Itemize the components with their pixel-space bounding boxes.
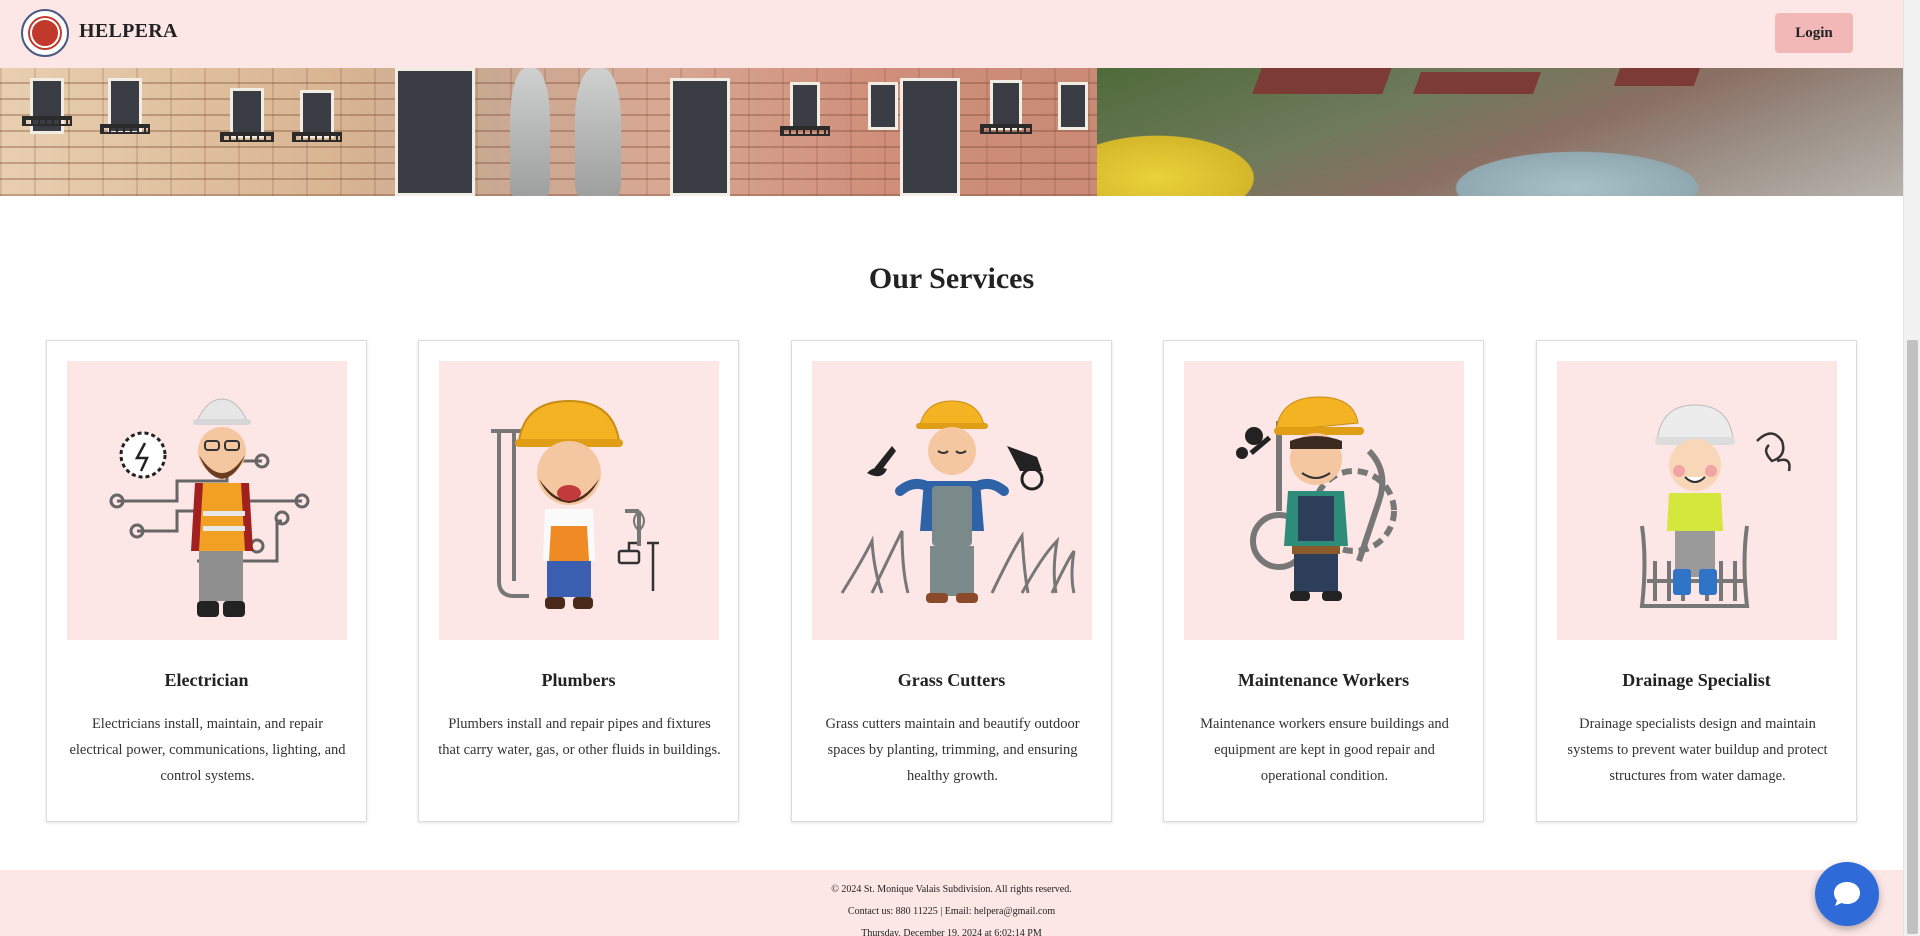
card-title: Electrician <box>164 670 249 690</box>
balcony-railing <box>980 124 1032 134</box>
chat-bubble-icon <box>1834 882 1860 906</box>
subdivision-aerial-photo <box>1097 68 1903 196</box>
building-window <box>868 82 898 130</box>
card-title: Maintenance Workers <box>1237 670 1410 690</box>
service-card-grass-cutters[interactable]: Grass Cutters Grass cutters maintain and… <box>791 340 1112 822</box>
chat-button[interactable] <box>1815 862 1879 926</box>
building-window <box>300 90 334 138</box>
footer-copyright: © 2024 St. Monique Valais Subdivision. A… <box>831 884 1072 895</box>
balcony-railing <box>220 132 274 142</box>
card-description: Drainage specialists design and maintain… <box>1567 716 1828 784</box>
house-roof <box>1412 72 1542 94</box>
card-title: Drainage Specialist <box>1622 670 1771 690</box>
card-title: Plumbers <box>541 670 616 690</box>
service-card-electrician[interactable]: Electrician Electricians install, mainta… <box>46 340 367 822</box>
building-window <box>900 78 960 196</box>
balcony-railing <box>780 126 830 136</box>
scrollbar-thumb[interactable] <box>1907 340 1918 934</box>
building-window <box>790 82 820 130</box>
balcony-railing <box>22 116 72 126</box>
helpera-logo[interactable] <box>21 9 69 57</box>
building-window <box>670 78 730 196</box>
logo-emblem-icon <box>30 18 60 48</box>
card-description: Grass cutters maintain and beautify outd… <box>825 716 1080 784</box>
statue <box>510 68 550 196</box>
plumber-worker-icon <box>439 361 719 640</box>
house-roof <box>1613 68 1701 86</box>
drainage-specialist-worker-icon <box>1557 361 1837 640</box>
building-facade-photo <box>0 68 1097 196</box>
building-window <box>395 68 475 196</box>
grass-cutter-worker-icon <box>812 361 1092 640</box>
top-navbar: HELPERA Login <box>0 0 1903 68</box>
balcony-railing <box>292 132 342 142</box>
page-scrollbar[interactable] <box>1903 0 1920 936</box>
footer-datetime: Thursday, December 19, 2024 at 6:02:14 P… <box>861 928 1042 936</box>
card-title: Grass Cutters <box>897 670 1006 690</box>
footer-contact: Contact us: 880 11225 | Email: helpera@g… <box>847 906 1056 917</box>
house-roof <box>1252 68 1392 94</box>
statue <box>575 68 621 196</box>
maintenance-worker-icon <box>1184 361 1464 640</box>
electrician-worker-icon <box>67 361 347 640</box>
card-description: Plumbers install and repair pipes and fi… <box>438 716 721 758</box>
brand-name: HELPERA <box>79 20 178 42</box>
service-card-plumbers[interactable]: Plumbers Plumbers install and repair pip… <box>418 340 739 822</box>
hero-banner-image <box>0 68 1903 196</box>
building-window <box>230 88 264 138</box>
card-description: Maintenance workers ensure buildings and… <box>1200 716 1449 784</box>
section-title: Our Services <box>868 262 1035 295</box>
service-card-maintenance-workers[interactable]: Maintenance Workers Maintenance workers … <box>1163 340 1484 822</box>
balcony-railing <box>100 124 150 134</box>
building-window <box>1058 82 1088 130</box>
service-card-drainage-specialist[interactable]: Drainage Specialist Drainage specialists… <box>1536 340 1857 822</box>
card-description: Electricians install, maintain, and repa… <box>69 716 346 784</box>
page-footer: © 2024 St. Monique Valais Subdivision. A… <box>0 870 1903 936</box>
login-button[interactable]: Login <box>1775 13 1853 53</box>
building-window <box>990 80 1022 130</box>
